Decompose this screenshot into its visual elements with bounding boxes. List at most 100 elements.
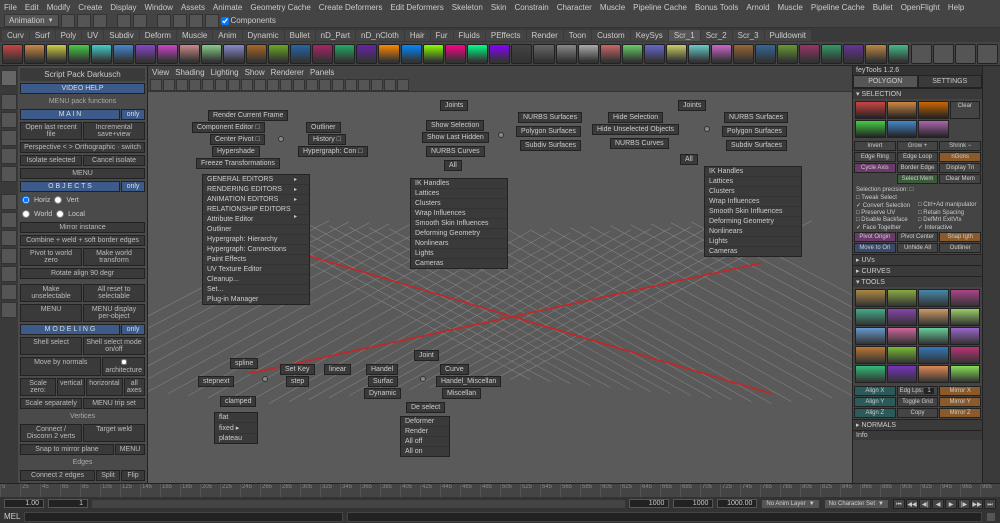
info-section[interactable]: Info (853, 430, 982, 440)
vp-tool-icon[interactable] (254, 79, 266, 91)
vp-tool-icon[interactable] (332, 79, 344, 91)
mm-joint[interactable]: Joint (414, 350, 439, 361)
mm-list-item[interactable]: UV Texture Editor (203, 265, 309, 275)
vp-tool-icon[interactable] (358, 79, 370, 91)
unselectable-button[interactable]: Make unselectable (20, 284, 82, 302)
mm-hide-unselected[interactable]: Hide Unselected Objects (592, 124, 679, 135)
tool-swatch[interactable] (855, 365, 886, 383)
menu-item[interactable]: Muscle (600, 3, 625, 12)
open-last-button[interactable]: Open last recent file (20, 122, 82, 140)
mm-list-item[interactable]: RENDERING EDITORS (203, 185, 309, 195)
modeling-button[interactable]: M O D E L I N G (20, 324, 120, 335)
shelf-button[interactable] (135, 44, 156, 64)
menu-item[interactable]: Geometry Cache (250, 3, 310, 12)
mm-nurbs-surf[interactable]: NURBS Surfaces (724, 112, 788, 123)
tool-swatch[interactable] (855, 346, 886, 364)
start-frame[interactable]: 1.00 (4, 499, 44, 508)
mm-list-item[interactable]: All off (401, 437, 449, 447)
shelf-tab[interactable]: Dynamic (243, 30, 284, 41)
vp-tool-icon[interactable] (384, 79, 396, 91)
mm-surfac[interactable]: Surfac (368, 376, 398, 387)
persp-switch-button[interactable]: Perspective < > Orthographic · switch (20, 142, 145, 153)
mm-list-item[interactable]: GENERAL EDITORS (203, 175, 309, 185)
mm-handel-misc[interactable]: Handel_Miscellan (436, 376, 501, 387)
shelf-button[interactable] (511, 44, 532, 64)
mm-joints[interactable]: Joints (678, 100, 706, 111)
shelf-button[interactable] (489, 44, 510, 64)
mm-subdiv-surf[interactable]: Subdiv Surfaces (726, 140, 787, 151)
shelf-tab[interactable]: Fluids (454, 30, 485, 41)
snap-mirror-button[interactable]: Snap to mirror plane (20, 444, 114, 455)
prim-swatch[interactable] (855, 101, 886, 119)
menu-button[interactable]: MENU (115, 444, 145, 455)
vp-tool-icon[interactable] (241, 79, 253, 91)
cancel-isolate-button[interactable]: Cancel isolate (83, 155, 145, 166)
pivot-world-button[interactable]: Pivot to world zero (20, 248, 82, 266)
shelf-tab[interactable]: Hair (405, 30, 430, 41)
time-ruler[interactable]: document.write(JSON.parse(document.getEl… (0, 484, 1000, 497)
tool-swatch[interactable] (855, 289, 886, 307)
shelf-tab[interactable]: Subdiv (104, 30, 138, 41)
tool-swatch[interactable] (887, 346, 918, 364)
select-vertex-icon[interactable] (157, 14, 171, 28)
mm-stepnext[interactable]: stepnext (198, 376, 234, 387)
menu-item[interactable]: Animate (213, 3, 242, 12)
shelf-button[interactable] (223, 44, 244, 64)
main-button[interactable]: M A I N (20, 109, 120, 120)
shelf-button[interactable] (290, 44, 311, 64)
menu-item[interactable]: Edit (25, 3, 39, 12)
menu-item[interactable]: File (4, 3, 17, 12)
shelf-button[interactable] (644, 44, 665, 64)
objects-button[interactable]: O B J E C T S (20, 181, 120, 192)
uvs-section[interactable]: ▸ UVs (853, 254, 982, 265)
shelf-tab[interactable]: Fur (431, 30, 453, 41)
pivot-origin-button[interactable]: Pivot Origin (854, 232, 896, 242)
mm-list-item[interactable]: Deforming Geometry (705, 217, 801, 227)
vp-tool-icon[interactable] (319, 79, 331, 91)
prim-swatch[interactable] (918, 120, 949, 138)
vp-tool-icon[interactable] (267, 79, 279, 91)
next-key-icon[interactable]: |▶ (958, 499, 970, 509)
mm-clamped[interactable]: clamped (220, 396, 256, 407)
mm-tangent-list[interactable]: flat fixed ▸ plateau (214, 412, 258, 444)
menu-item[interactable]: Window (145, 3, 173, 12)
mm-miscellan[interactable]: Miscellan (442, 388, 481, 399)
vp-menu-item[interactable]: View (152, 68, 169, 77)
clear-button[interactable]: Clear (950, 101, 981, 119)
menu-item[interactable]: Muscle (778, 3, 803, 12)
mm-nurbs-curves[interactable]: NURBS Curves (426, 146, 485, 157)
mm-list-item[interactable]: Nonlinears (411, 239, 507, 249)
mm-list-item[interactable]: Clusters (705, 187, 801, 197)
vp-tool-icon[interactable] (176, 79, 188, 91)
shelf-button[interactable] (865, 44, 886, 64)
script-editor-icon[interactable] (986, 512, 996, 522)
layout-persp-icon[interactable] (1, 230, 17, 246)
convert-check[interactable]: ✓ Convert Selection (856, 202, 917, 209)
mm-freeze[interactable]: Freeze Transformations (196, 158, 280, 169)
menu-item[interactable]: Create Deformers (319, 3, 383, 12)
shelf-button[interactable] (955, 44, 976, 64)
invert-button[interactable]: Invert (854, 141, 896, 151)
shelf-tab[interactable]: Toon (564, 30, 591, 41)
shelf-tab[interactable]: KeySys (631, 30, 668, 41)
world-radio[interactable] (22, 210, 30, 218)
shelf-tab[interactable]: nD_Part (316, 30, 355, 41)
end-frame-2[interactable]: 1000 (673, 499, 713, 508)
components-checkbox[interactable] (221, 17, 229, 25)
tool-swatch[interactable] (918, 308, 949, 326)
menu-item[interactable]: Arnold (746, 3, 769, 12)
menu-item[interactable]: Pipeline Cache (633, 3, 687, 12)
select-mem-button[interactable]: Select Mem (897, 174, 939, 184)
combine-button[interactable]: Combine + weld + soft border edges (20, 235, 145, 246)
edge-ring-button[interactable]: Edge Ring (854, 152, 896, 162)
mm-list-item[interactable]: Outliner (203, 225, 309, 235)
shelf-button[interactable] (91, 44, 112, 64)
end-frame[interactable]: 1000 (629, 499, 669, 508)
menu-item[interactable]: Help (948, 3, 964, 12)
shelf-tab[interactable]: Scr_3 (733, 30, 764, 41)
face-together-check[interactable]: ✓ Face Together (856, 224, 917, 231)
cmd-input[interactable] (24, 512, 343, 522)
rotate90-button[interactable]: Rotate align 90 degr (20, 268, 145, 279)
tool-swatch[interactable] (887, 327, 918, 345)
shelf-button[interactable] (843, 44, 864, 64)
